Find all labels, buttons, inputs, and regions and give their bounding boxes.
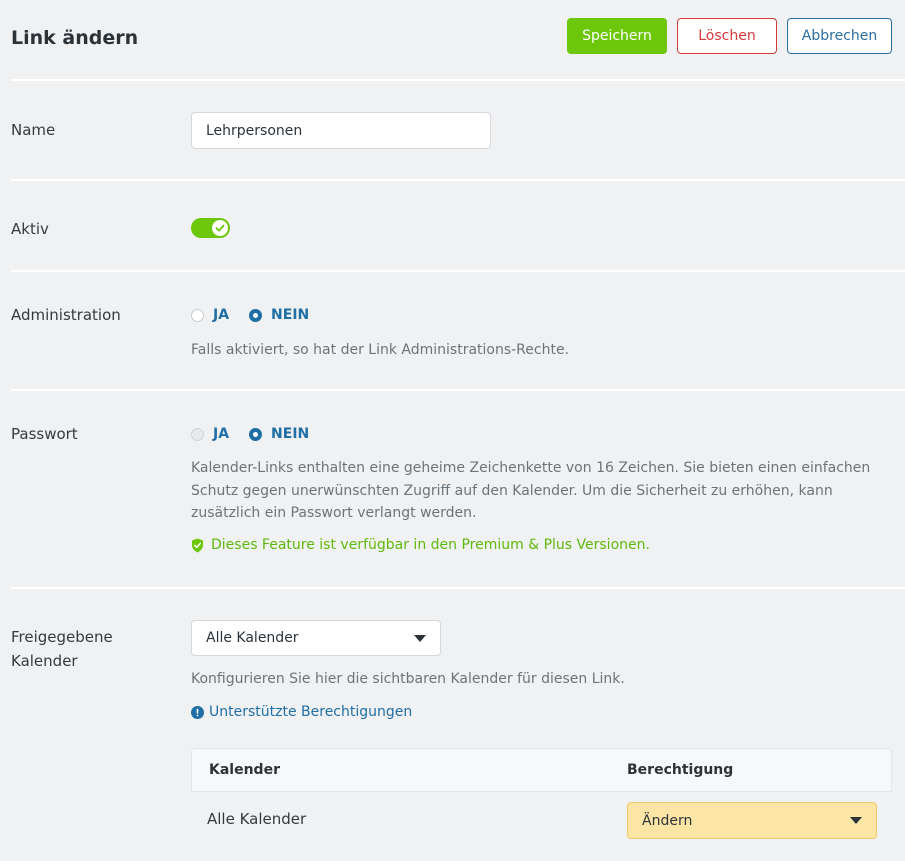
administration-help: Falls aktiviert, so hat der Link Adminis… <box>191 342 570 358</box>
administration-no-label[interactable]: NEIN <box>271 307 309 323</box>
info-circle-icon <box>191 705 204 719</box>
column-header-permission: Berechtigung <box>627 762 734 778</box>
column-header-calendar: Kalender <box>209 762 280 778</box>
divider <box>11 389 905 391</box>
shared-calendars-label-line: Kalender <box>11 652 78 670</box>
administration-yes-label[interactable]: JA <box>213 307 229 323</box>
page-title: Link ändern <box>11 27 139 49</box>
name-label: Name <box>11 121 56 139</box>
divider <box>11 79 905 81</box>
divider <box>11 179 905 181</box>
active-toggle[interactable] <box>191 218 230 238</box>
active-label: Aktiv <box>11 220 49 238</box>
divider <box>11 587 905 589</box>
caret-down-icon <box>850 817 862 824</box>
divider <box>11 270 905 272</box>
permission-select[interactable]: Ändern <box>627 802 877 839</box>
administration-no-radio[interactable] <box>249 308 263 322</box>
page-header: Link ändern Speichern Löschen Abbrechen <box>0 0 905 80</box>
supported-permissions-link[interactable]: Unterstützte Berechtigungen <box>191 704 412 720</box>
password-radio-group: JA NEIN <box>191 424 309 444</box>
shared-calendars-label-line: Freigegebene <box>11 628 113 646</box>
password-help-line: Kalender-Links enthalten eine geheime Ze… <box>191 460 871 476</box>
table-row-calendar: Alle Kalender <box>207 810 307 828</box>
calendars-select[interactable]: Alle Kalender <box>191 620 441 656</box>
check-icon <box>215 224 225 232</box>
calendars-select-value: Alle Kalender <box>206 630 299 646</box>
password-help: Kalender-Links enthalten eine geheime Ze… <box>191 457 870 525</box>
calendars-help: Konfigurieren Sie hier die sichtbaren Ka… <box>191 671 625 687</box>
shared-calendars-label: Freigegebene Kalender <box>11 625 113 673</box>
password-help-line: zusätzlich ein Passwort verlangt werden. <box>191 505 477 521</box>
password-no-radio[interactable] <box>249 427 263 441</box>
password-yes-label[interactable]: JA <box>213 426 229 442</box>
premium-feature-note: Dieses Feature ist verfügbar in den Prem… <box>191 537 650 553</box>
toggle-knob <box>212 220 228 236</box>
premium-feature-text: Dieses Feature ist verfügbar in den Prem… <box>211 537 650 553</box>
caret-down-icon <box>414 634 426 642</box>
password-no-label[interactable]: NEIN <box>271 426 309 442</box>
supported-permissions-text[interactable]: Unterstützte Berechtigungen <box>209 704 412 720</box>
delete-button[interactable]: Löschen <box>677 18 777 54</box>
cancel-button[interactable]: Abbrechen <box>787 18 892 54</box>
password-help-line: Schutz gegen unerwünschten Zugriff auf d… <box>191 482 833 499</box>
name-input[interactable]: Lehrpersonen <box>191 112 491 149</box>
shield-check-icon <box>192 538 203 552</box>
table-header: Kalender Berechtigung <box>191 748 892 792</box>
password-yes-radio[interactable] <box>191 427 204 441</box>
save-button[interactable]: Speichern <box>567 18 667 54</box>
administration-yes-radio[interactable] <box>191 308 204 322</box>
administration-label: Administration <box>11 306 121 324</box>
administration-radio-group: JA NEIN <box>191 305 309 325</box>
password-label: Passwort <box>11 425 78 443</box>
permission-select-value: Ändern <box>642 812 693 829</box>
